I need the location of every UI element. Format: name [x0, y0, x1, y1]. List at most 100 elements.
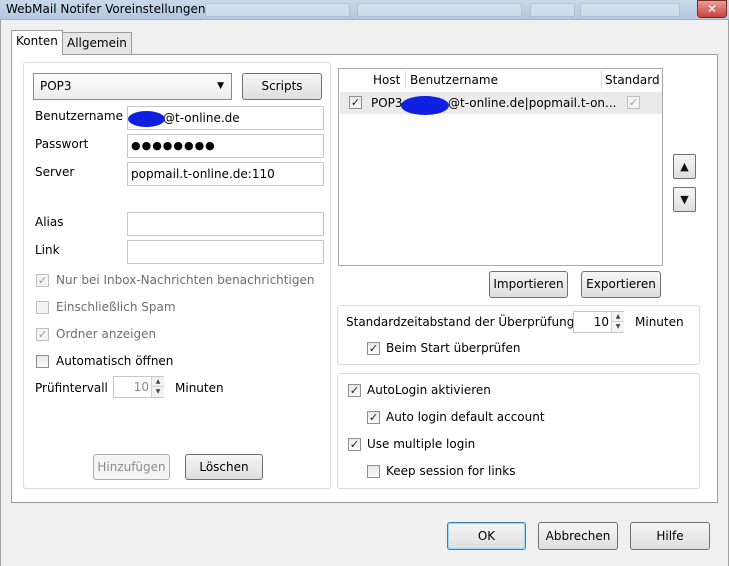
column-divider	[601, 71, 602, 89]
close-button[interactable]: ✕	[697, 0, 727, 18]
close-icon: ✕	[706, 2, 718, 16]
arrow-up-icon: ▲	[680, 160, 689, 173]
checkmark-icon: ✓	[37, 274, 48, 287]
check-on-start-checkbox[interactable]: ✓	[367, 342, 380, 355]
password-field[interactable]: ●●●●●●●●	[127, 134, 324, 158]
help-button[interactable]: Hilfe	[630, 522, 710, 550]
redaction-mark	[128, 111, 165, 127]
username-label: Benutzername	[35, 109, 123, 123]
row-enabled-checkbox[interactable]: ✓	[349, 96, 362, 109]
tab-label: Allgemein	[67, 36, 127, 50]
keep-session-checkbox[interactable]	[367, 465, 380, 478]
chevron-down-icon: ▼	[217, 81, 224, 91]
row-host: POP3	[371, 96, 403, 110]
server-label: Server	[35, 165, 75, 179]
link-field[interactable]	[127, 240, 324, 264]
checkmark-icon: ✓	[368, 411, 379, 424]
column-header-standard[interactable]: Standard	[605, 69, 660, 91]
show-folders-checkbox[interactable]: ✓	[36, 328, 49, 341]
add-account-button[interactable]: Hinzufügen	[93, 454, 170, 480]
title-bar[interactable]: WebMail Notifer Voreinstellungen ✕	[0, 0, 729, 20]
column-header-username[interactable]: Benutzername	[410, 69, 498, 91]
import-label: Importieren	[493, 277, 564, 291]
autologin-default-account-label: Auto login default account	[386, 410, 545, 424]
check-settings-group	[337, 305, 700, 365]
autologin-default-account-checkbox[interactable]: ✓	[367, 411, 380, 424]
delete-account-button[interactable]: Löschen	[185, 454, 263, 480]
spinner-buttons: ▲ ▼	[151, 377, 164, 397]
default-interval-label: Standardzeitabstand der Überprüfung	[346, 315, 575, 329]
window-title: WebMail Notifer Voreinstellungen	[6, 2, 206, 16]
username-value: @t-online.de	[163, 111, 240, 125]
cancel-button[interactable]: Abbrechen	[538, 522, 618, 550]
checkmark-icon: ✓	[349, 438, 360, 451]
check-interval-spinner[interactable]: 10 ▲ ▼	[113, 376, 164, 398]
check-on-start-label: Beim Start überprüfen	[386, 341, 521, 355]
move-up-button[interactable]: ▲	[673, 154, 696, 179]
notify-inbox-only-checkbox[interactable]: ✓	[36, 274, 49, 287]
check-interval-unit: Minuten	[175, 381, 224, 395]
scripts-button[interactable]: Scripts	[242, 73, 322, 100]
accounts-list[interactable]: Host Benutzername Standard ✓ POP3 @t-onl…	[338, 68, 663, 266]
move-down-button[interactable]: ▼	[673, 187, 696, 212]
scripts-label: Scripts	[261, 79, 303, 93]
add-account-label: Hinzufügen	[97, 460, 166, 474]
ok-button[interactable]: OK	[447, 522, 526, 550]
check-interval-label: Prüfintervall	[35, 381, 108, 395]
export-button[interactable]: Exportieren	[581, 271, 661, 298]
default-interval-unit: Minuten	[635, 315, 684, 329]
show-folders-label: Ordner anzeigen	[56, 327, 157, 341]
checkmark-icon: ✓	[628, 96, 639, 109]
tab-konten[interactable]: Konten	[11, 30, 63, 55]
link-label: Link	[35, 243, 60, 257]
row-username: @t-online.de|popmail.t-on...	[448, 96, 617, 110]
notify-inbox-only-label: Nur bei Inbox-Nachrichten benachrichtige…	[56, 273, 315, 287]
autologin-enable-checkbox[interactable]: ✓	[348, 384, 361, 397]
tab-allgemein[interactable]: Allgemein	[62, 32, 132, 54]
auto-open-label: Automatisch öffnen	[56, 354, 174, 368]
export-label: Exportieren	[586, 277, 656, 291]
checkmark-icon: ✓	[368, 342, 379, 355]
redaction-mark	[401, 96, 449, 115]
import-button[interactable]: Importieren	[489, 271, 568, 298]
background-blur	[530, 3, 575, 17]
row-standard-checkbox[interactable]: ✓	[627, 96, 640, 109]
password-value: ●●●●●●●●	[131, 139, 216, 152]
arrow-down-icon: ▼	[680, 193, 689, 206]
account-type-select[interactable]: POP3 ▼	[33, 73, 232, 100]
help-label: Hilfe	[656, 529, 684, 543]
checkmark-icon: ✓	[349, 384, 360, 397]
tab-label: Konten	[16, 34, 58, 48]
table-row[interactable]: ✓ POP3 @t-online.de|popmail.t-on... ✓	[340, 92, 662, 114]
default-interval-spinner[interactable]: 10 ▲ ▼	[573, 311, 624, 333]
background-blur	[357, 3, 522, 17]
password-label: Passwort	[35, 137, 89, 151]
server-field[interactable]: popmail.t-online.de:110	[127, 162, 324, 186]
alias-field[interactable]	[127, 212, 324, 236]
default-interval-value: 10	[593, 315, 609, 329]
check-interval-value: 10	[133, 380, 149, 394]
spin-down-icon[interactable]: ▼	[612, 322, 624, 332]
spin-up-icon[interactable]: ▲	[152, 377, 164, 387]
autologin-enable-label: AutoLogin aktivieren	[367, 383, 491, 397]
background-blur	[580, 3, 680, 17]
delete-account-label: Löschen	[199, 460, 249, 474]
include-spam-checkbox[interactable]	[36, 301, 49, 314]
spinner-buttons: ▲ ▼	[611, 312, 624, 332]
multiple-login-checkbox[interactable]: ✓	[348, 438, 361, 451]
column-header-host[interactable]: Host	[373, 69, 400, 91]
cancel-label: Abbrechen	[545, 529, 611, 543]
checkmark-icon: ✓	[350, 96, 361, 109]
account-type-value: POP3	[40, 79, 72, 93]
server-value: popmail.t-online.de:110	[131, 167, 275, 181]
column-divider	[405, 71, 406, 89]
spin-down-icon[interactable]: ▼	[152, 387, 164, 397]
ok-label: OK	[477, 529, 496, 543]
auto-open-checkbox[interactable]	[36, 355, 49, 368]
multiple-login-label: Use multiple login	[367, 437, 476, 451]
alias-label: Alias	[35, 215, 64, 229]
background-blur	[205, 3, 350, 17]
spin-up-icon[interactable]: ▲	[612, 312, 624, 322]
keep-session-label: Keep session for links	[386, 464, 516, 478]
checkmark-icon: ✓	[37, 328, 48, 341]
